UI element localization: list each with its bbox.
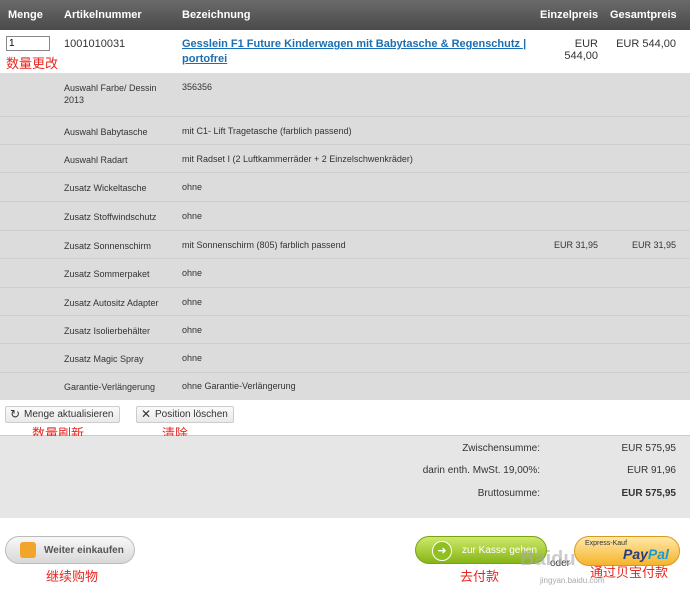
gross-label: Bruttosumme: (477, 488, 540, 499)
article-number: 1001010031 (64, 38, 126, 50)
option-label: Zusatz Sonnenschirm (64, 241, 152, 251)
option-row: Auswahl Radart mit Radset I (2 Luftkamme… (0, 145, 690, 173)
note-continue: 继续购物 (46, 570, 99, 585)
option-value: ohne (182, 182, 203, 192)
option-row: Zusatz Sonnenschirm mit Sonnenschirm (80… (0, 231, 690, 259)
paypal-logo: PayPal (623, 546, 669, 562)
option-row: Zusatz Stoffwindschutz ohne (0, 202, 690, 231)
note-checkout: 去付款 (460, 570, 500, 585)
option-row: Auswahl Babytasche mit C1- Lift Tragetas… (0, 117, 690, 145)
option-row: Auswahl Farbe/ Dessin 2013 356356 (0, 74, 690, 117)
option-label: Zusatz Stoffwindschutz (64, 212, 157, 222)
option-value: ohne Garantie-Verlängerung (182, 381, 296, 391)
unit-price: EUR 544,00 (564, 38, 598, 62)
option-row: Zusatz Magic Spray ohne (0, 344, 690, 373)
refresh-icon: ↻ (10, 407, 21, 421)
option-total-price: EUR 31,95 (631, 240, 676, 250)
option-value: ohne (182, 353, 203, 363)
baidu-watermark: Baidu (520, 548, 576, 570)
cart-totals: Zwischensumme: EUR 575,95 darin enth. Mw… (0, 436, 690, 518)
gross-value: EUR 575,95 (621, 488, 676, 499)
quantity-input[interactable] (6, 36, 50, 51)
header-unit-price: Einzelpreis (540, 9, 599, 21)
option-row: Zusatz Sommerpaket ohne (0, 259, 690, 288)
subtotal-label: Zwischensumme: (462, 443, 540, 454)
option-label: Zusatz Wickeltasche (64, 183, 147, 193)
option-unit-price: EUR 31,95 (553, 240, 598, 250)
header-desc: Bezeichnung (182, 9, 251, 21)
close-icon: ✕ (141, 407, 152, 421)
vat-label: darin enth. MwSt. 19,00%: (422, 465, 540, 476)
option-label: Zusatz Autositz Adapter (64, 298, 159, 308)
option-label: Zusatz Magic Spray (64, 354, 144, 364)
subtotal-value: EUR 575,95 (621, 443, 676, 454)
checkout-arrow-icon: ➜ (432, 541, 452, 561)
update-quantity-button[interactable]: ↻ Menge aktualisieren (5, 406, 120, 423)
option-label: Zusatz Isolierbehälter (64, 326, 151, 336)
baidu-watermark-url: jingyan.baidu.com (540, 576, 605, 585)
option-label: Auswahl Farbe/ Dessin 2013 (64, 83, 157, 105)
header-artno: Artikelnummer (64, 9, 142, 21)
option-value: ohne (182, 325, 203, 335)
option-value: ohne (182, 297, 203, 307)
option-label: Auswahl Radart (64, 155, 128, 165)
product-link[interactable]: Gesslein F1 Future Kinderwagen mit Babyt… (182, 37, 527, 67)
paypal-express-label: Express-Kauf (585, 540, 628, 547)
option-row: Zusatz Isolierbehälter ohne (0, 316, 690, 344)
cart-header: Menge Artikelnummer Bezeichnung Einzelpr… (0, 0, 690, 30)
delete-position-label: Position löschen (155, 409, 228, 420)
option-row: Zusatz Wickeltasche ohne (0, 173, 690, 202)
cart-actions: ↻ Menge aktualisieren ✕ Position löschen… (0, 400, 690, 442)
header-qty: Menge (8, 9, 43, 21)
option-value: mit Sonnenschirm (805) farblich passend (182, 240, 346, 250)
option-value: 356356 (182, 82, 213, 92)
continue-shopping-button[interactable]: Weiter einkaufen (5, 536, 135, 564)
cart-footer: Weiter einkaufen 继续购物 ➜ zur Kasse gehen … (0, 518, 690, 611)
vat-value: EUR 91,96 (627, 465, 676, 476)
option-value: ohne (182, 211, 203, 221)
option-row: Garantie-Verlängerung ohne Garantie-Verl… (0, 373, 690, 400)
total-price: EUR 544,00 (616, 38, 676, 50)
product-options: Auswahl Farbe/ Dessin 2013 356356 Auswah… (0, 74, 690, 400)
delete-position-button[interactable]: ✕ Position löschen (136, 406, 234, 423)
option-value: mit Radset I (2 Luftkammerräder + 2 Einz… (182, 154, 413, 164)
option-label: Zusatz Sommerpaket (64, 269, 150, 279)
option-label: Auswahl Babytasche (64, 127, 148, 137)
note-qty-change: 数量更改 (6, 57, 59, 72)
option-value: ohne (182, 268, 203, 278)
option-label: Garantie-Verlängerung (64, 382, 156, 392)
option-row: Zusatz Autositz Adapter ohne (0, 288, 690, 316)
option-value: mit C1- Lift Tragetasche (farblich passe… (182, 126, 352, 136)
header-total-price: Gesamtpreis (610, 9, 677, 21)
update-quantity-label: Menge aktualisieren (24, 409, 114, 420)
continue-shopping-label: Weiter einkaufen (44, 545, 124, 556)
shopping-bag-icon (20, 542, 36, 558)
product-row: 1001010031 Gesslein F1 Future Kinderwage… (0, 30, 690, 74)
